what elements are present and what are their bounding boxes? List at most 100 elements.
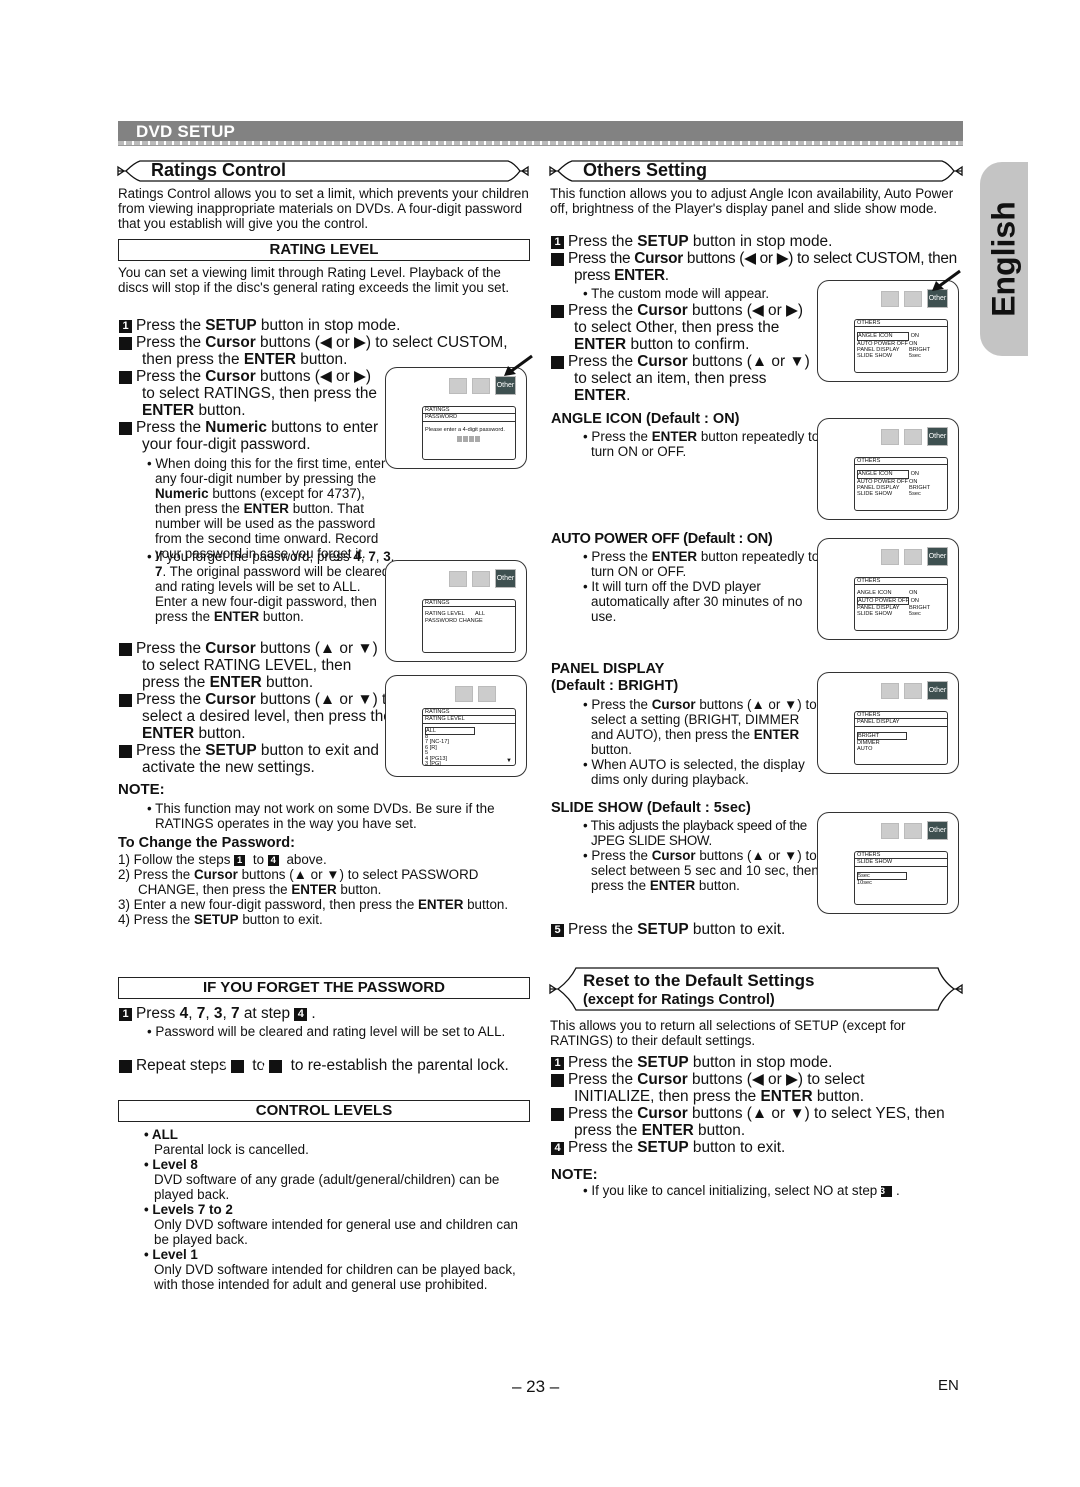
rating-step-3: 3 Press the Cursor buttons (◀ or ▶) to se…: [110, 368, 377, 419]
menu-icon: [881, 823, 899, 839]
angle-icon-screen-illustration: Other OTHERS ANGLE ICON ON AUTO POWER OF…: [817, 418, 959, 520]
change-password-list: 1) Follow the steps 1 to 4 above. 2) Pre…: [118, 852, 528, 927]
menu-icon: [904, 823, 922, 839]
auto-power-off-bullets: • Press the ENTER button repeatedly to t…: [583, 549, 820, 624]
ratings-screen-illustration: Other RATINGS RATING LEVEL ALL PASSWORD C…: [385, 560, 527, 662]
slide-show-bullets: • This adjusts the playback speed of the…: [583, 818, 819, 893]
angle-icon-heading: ANGLE ICON (Default : ON): [551, 411, 740, 427]
section-title: DVD SETUP: [136, 122, 236, 141]
rating-level-intro: You can set a viewing limit through Rati…: [118, 265, 510, 295]
menu-icon: [904, 549, 922, 565]
change-password-heading: To Change the Password:: [118, 835, 295, 851]
menu-icon: [904, 291, 922, 307]
forget-password-heading: IF YOU FORGET THE PASSWORD: [118, 977, 530, 999]
ratings-intro: Ratings Control allows you to set a limi…: [118, 186, 529, 231]
menu-icon: [881, 683, 899, 699]
note-label: NOTE:: [118, 781, 165, 798]
change-item: 3) Enter a new four-digit password, then…: [118, 897, 509, 912]
control-level-item: • Levels 7 to 2 Only DVD software intende…: [144, 1202, 518, 1247]
panel-display-screen-illustration: Other OTHERS PANEL DISPLAY BRIGHT DIMMER…: [817, 672, 959, 774]
screen-panel: OTHERS ANGLE ICON ON AUTO POWER OFFON PA…: [854, 457, 948, 511]
control-level-item: • Level 8 DVD software of any grade (adul…: [144, 1157, 500, 1202]
ratings-control-heading: Ratings Control: [116, 159, 530, 183]
forget-step-1-bullet: • Password will be cleared and rating le…: [147, 1024, 506, 1039]
change-item: 4) Press the SETUP button to exit.: [118, 912, 323, 927]
menu-icon: [904, 683, 922, 699]
reset-step-2: 2 Press the Cursor buttons (◀ or ▶) to se…: [542, 1071, 865, 1105]
others-step-2: 2 Press the Cursor buttons (◀ or ▶) to se…: [543, 250, 957, 284]
page-number: – 23 –: [512, 1377, 560, 1396]
forget-step-1: 1 Press 4, 7, 3, 7 at step 4.: [119, 1005, 529, 1022]
forget-step-2: 2 Repeat steps 4 to 7 to re-establish the…: [110, 1057, 509, 1074]
arrow-icon: [504, 354, 533, 376]
control-level-item: • ALL Parental lock is cancelled.: [144, 1127, 309, 1157]
other-icon: Other: [495, 569, 516, 588]
menu-icon: [881, 429, 899, 445]
rating-step-6: 6 Press the Cursor buttons (▲ or ▼) to se…: [110, 691, 395, 742]
panel-display-bullets: • Press the Cursor buttons (▲ or ▼) to s…: [583, 697, 817, 787]
password-boxes: [423, 435, 515, 444]
menu-icon: [478, 686, 496, 702]
slide-show-heading: SLIDE SHOW (Default : 5sec): [551, 800, 751, 816]
change-item: 2) Press the Cursor buttons (▲ or ▼) to …: [118, 867, 479, 897]
others-setting-heading: Others Setting: [548, 159, 964, 183]
menu-icon: [881, 291, 899, 307]
screen-panel: RATINGS PASSWORD Please enter a 4-digit …: [422, 406, 516, 460]
menu-icon: [449, 571, 467, 587]
control-levels-list: • ALL Parental lock is cancelled. • Level…: [144, 1127, 528, 1292]
others-step-3: 3 Press the Cursor buttons (◀ or ▶) to se…: [542, 302, 803, 353]
reset-note-text: • If you like to cancel initializing, se…: [583, 1183, 900, 1198]
language-tab-label: English: [985, 201, 1022, 317]
screen-panel: OTHERS ANGLE ICON ON AUTO POWER OFF ON PA…: [854, 577, 948, 631]
angle-icon-bullet: • Press the ENTER button repeatedly to t…: [583, 429, 820, 459]
language-code: EN: [938, 1377, 959, 1394]
reset-intro: This allows you to return all selections…: [550, 1018, 906, 1048]
others-step-4: 4 Press the Cursor buttons (▲ or ▼) to se…: [542, 353, 810, 404]
others-menu-screen-illustration: Other OTHERS ANGLE ICON ON AUTO POWER OF…: [817, 269, 961, 382]
panel-display-heading: PANEL DISPLAY (Default : BRIGHT): [551, 661, 679, 694]
auto-power-off-heading: AUTO POWER OFF (Default : ON): [551, 531, 773, 547]
others-steps-3-4: 3 Press the Cursor buttons (◀ or ▶) to se…: [542, 302, 813, 404]
control-levels-heading: CONTROL LEVELS: [118, 1100, 530, 1122]
arrow-icon: [932, 269, 961, 291]
rating-step-2: 2 Press the Cursor buttons (◀ or ▶) to se…: [110, 334, 508, 368]
reset-note-label: NOTE:: [551, 1166, 598, 1183]
menu-icon: [472, 378, 490, 394]
other-icon: Other: [927, 821, 948, 840]
forget-bullet: • If you forget the password, press 4, 7…: [147, 549, 395, 624]
rating-level-heading: RATING LEVEL: [118, 239, 530, 261]
screen-panel: OTHERS ANGLE ICON ON AUTO POWER OFFON PA…: [854, 319, 948, 373]
menu-icon: [472, 571, 490, 587]
screen-panel: RATINGS RATING LEVEL ALL PASSWORD CHANGE: [422, 599, 516, 653]
menu-icon: [455, 686, 473, 702]
menu-icon: [449, 378, 467, 394]
rating-step-7: 7 Press the SETUP button to exit and acti…: [110, 742, 379, 776]
others-steps: 1 Press the SETUP button in stop mode. 2P…: [543, 233, 963, 284]
screen-panel: RATINGS RATING LEVEL ALL 8 7 [NC-17] 6 […: [422, 708, 516, 767]
password-screen-illustration: Other RATINGS PASSWORD Please enter a 4-…: [385, 354, 533, 469]
rating-step-4: 4 Press the Numeric buttons to enter your…: [110, 419, 379, 453]
rating-step-5: 5 Press the Cursor buttons (▲ or ▼) to se…: [110, 640, 378, 691]
scroll-down-icon: ▼: [506, 757, 512, 764]
reset-step-4: 4 Press the SETUP button to exit.: [551, 1139, 963, 1156]
menu-icon: [881, 549, 899, 565]
screen-panel: OTHERS SLIDE SHOW 5sec 10sec: [854, 851, 948, 905]
reset-steps: 1 Press the SETUP button in stop mode. 2P…: [542, 1054, 963, 1156]
rating-level-screen-illustration: RATINGS RATING LEVEL ALL 8 7 [NC-17] 6 […: [385, 675, 527, 777]
custom-mode-bullet: • The custom mode will appear.: [583, 286, 770, 301]
other-icon: Other: [927, 427, 948, 446]
change-item: 1) Follow the steps 1 to 4 above.: [118, 852, 327, 867]
rating-step-1: 1 Press the SETUP button in stop mode.: [119, 317, 529, 334]
auto-power-off-screen-illustration: Other OTHERS ANGLE ICON ON AUTO POWER OFF…: [817, 538, 959, 640]
language-tab: English: [980, 162, 1028, 356]
others-step-1: 1 Press the SETUP button in stop mode.: [551, 233, 963, 250]
reset-step-1: 1 Press the SETUP button in stop mode.: [551, 1054, 963, 1071]
others-step-5: 5 Press the SETUP button to exit.: [551, 921, 785, 938]
menu-icon: [904, 429, 922, 445]
slide-show-screen-illustration: Other OTHERS SLIDE SHOW 5sec 10sec: [817, 812, 959, 914]
reset-step-3: 3 Press the Cursor buttons (▲ or ▼) to se…: [542, 1105, 945, 1139]
note-text: • This function may not work on some DVD…: [147, 801, 495, 831]
others-intro: This function allows you to adjust Angle…: [550, 186, 954, 216]
first-time-bullet: • When doing this for the first time, en…: [147, 456, 386, 561]
reset-heading: Reset to the Default Settings (except fo…: [548, 966, 964, 1012]
